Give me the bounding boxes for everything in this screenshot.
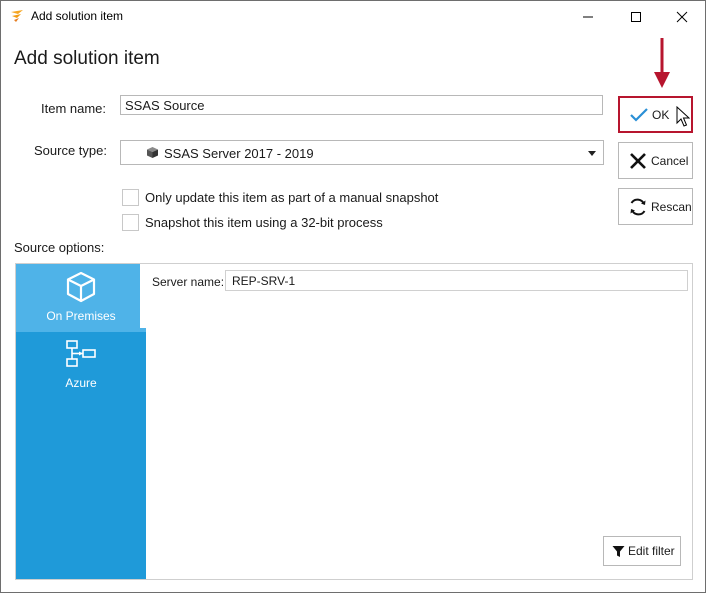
source-nav: On Premises Azure (16, 264, 146, 579)
32bit-label: Snapshot this item using a 32-bit proces… (145, 214, 383, 230)
azure-network-icon (16, 339, 146, 369)
minimize-icon (583, 16, 593, 17)
cube-icon (16, 271, 146, 303)
cancel-button[interactable]: Cancel (618, 142, 693, 179)
32bit-checkbox[interactable] (122, 213, 139, 231)
maximize-button[interactable] (613, 1, 659, 32)
manual-snapshot-checkbox[interactable] (122, 188, 139, 206)
nav-label-azure: Azure (65, 376, 97, 390)
minimize-button[interactable] (565, 1, 611, 32)
page-title: Add solution item (14, 48, 160, 69)
title-bar[interactable]: Add solution item (1, 1, 705, 32)
ok-button[interactable]: OK (618, 96, 693, 133)
filter-icon (612, 545, 625, 558)
refresh-icon (627, 196, 649, 218)
edit-filter-label: Edit filter (628, 544, 675, 558)
maximize-icon (631, 11, 641, 22)
item-name-input[interactable]: SSAS Source (120, 95, 603, 115)
cancel-label: Cancel (651, 153, 689, 168)
window-title: Add solution item (31, 9, 124, 23)
mouse-pointer-icon (676, 105, 691, 131)
source-options-panel: On Premises Azure Server name: REP-SRV-1… (15, 263, 693, 580)
close-x-icon (627, 150, 649, 172)
source-type-value: SSAS Server 2017 - 2019 (164, 146, 314, 161)
server-name-label: Server name: (152, 275, 225, 289)
32bit-option[interactable]: Snapshot this item using a 32-bit proces… (122, 213, 383, 231)
source-options-label: Source options: (14, 240, 105, 255)
rescan-button[interactable]: Rescan (618, 188, 693, 225)
nav-item-azure[interactable]: Azure (16, 332, 146, 400)
server-name-input[interactable]: REP-SRV-1 (225, 270, 688, 291)
cube-icon (146, 146, 159, 162)
close-icon (676, 11, 688, 22)
manual-snapshot-option[interactable]: Only update this item as part of a manua… (122, 188, 438, 206)
active-tab-marker (140, 264, 146, 328)
nav-label-on-premises: On Premises (46, 309, 116, 323)
down-arrow-annotation-icon (652, 38, 672, 93)
close-button[interactable] (659, 1, 705, 32)
manual-snapshot-label: Only update this item as part of a manua… (145, 189, 439, 205)
dialog-window: Add solution item Add solution item Item… (0, 0, 706, 593)
app-logo-icon (9, 8, 25, 24)
source-type-dropdown[interactable]: SSAS Server 2017 - 2019 (120, 140, 604, 165)
rescan-label: Rescan (651, 199, 692, 214)
item-name-label: Item name: (41, 101, 107, 116)
edit-filter-button[interactable]: Edit filter (603, 536, 681, 566)
checkmark-icon (628, 104, 650, 126)
nav-item-on-premises[interactable]: On Premises (16, 264, 146, 332)
source-type-label: Source type: (34, 143, 107, 158)
ok-label: OK (652, 107, 670, 122)
chevron-down-icon (587, 146, 597, 161)
